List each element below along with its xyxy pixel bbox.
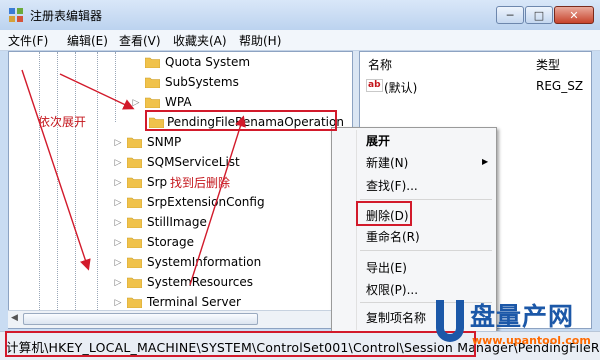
- menu-item-expand[interactable]: 展开: [366, 132, 390, 149]
- tree-item[interactable]: ▷ SQMServiceList: [9, 153, 352, 173]
- menu-file[interactable]: 文件(F): [8, 32, 48, 49]
- tree-item-label: SrpExtensionConfig: [147, 195, 265, 209]
- list-header: 名称 类型: [360, 52, 591, 74]
- expand-arrow-icon[interactable]: ▷: [113, 238, 123, 248]
- value-name: (默认): [384, 81, 418, 95]
- folder-icon: [127, 177, 142, 188]
- expand-arrow-icon[interactable]: ▷: [113, 298, 123, 308]
- menu-item-rename[interactable]: 重命名(R): [366, 228, 420, 245]
- window-title: 注册表编辑器: [30, 9, 103, 23]
- menu-item-permissions[interactable]: 权限(P)...: [366, 281, 418, 298]
- registry-app-icon: [9, 8, 23, 22]
- tree-item-label: Srp: [147, 175, 168, 189]
- folder-icon: [127, 297, 142, 308]
- folder-icon: [127, 197, 142, 208]
- folder-icon: [127, 137, 142, 148]
- folder-icon: [127, 157, 142, 168]
- tree-item-label: WPA: [165, 95, 192, 109]
- expand-arrow-icon[interactable]: ▷: [113, 178, 123, 188]
- registry-editor-window: 注册表编辑器 ─ □ ✕ 文件(F) 编辑(E) 查看(V) 收藏夹(A) 帮助…: [0, 0, 600, 360]
- folder-icon: [127, 257, 142, 268]
- menu-item-export[interactable]: 导出(E): [366, 259, 407, 276]
- column-header-type[interactable]: 类型: [536, 56, 560, 73]
- menu-view[interactable]: 查看(V): [119, 32, 161, 49]
- tree-item[interactable]: ▷ SystemResources: [9, 273, 352, 293]
- submenu-arrow-icon: ▶: [482, 157, 489, 166]
- tree-item[interactable]: Quota System: [9, 53, 352, 73]
- tree-item-label: SubSystems: [165, 75, 239, 89]
- tree-item-label: StillImage: [147, 215, 207, 229]
- tree-item[interactable]: SubSystems: [9, 73, 352, 93]
- scrollbar-thumb[interactable]: [23, 313, 258, 325]
- target-key-highlight: [145, 110, 337, 131]
- folder-icon: [127, 237, 142, 248]
- menu-divider: [360, 250, 492, 251]
- menu-bar: 文件(F) 编辑(E) 查看(V) 收藏夹(A) 帮助(H): [0, 30, 600, 51]
- menu-divider: [360, 199, 492, 200]
- string-value-icon: ab: [366, 79, 383, 92]
- delete-highlight: [356, 201, 412, 226]
- value-type: REG_SZ: [536, 79, 584, 93]
- tree-item-label: SystemInformation: [147, 255, 262, 269]
- folder-icon: [127, 277, 142, 288]
- list-row[interactable]: ab (默认) REG_SZ: [360, 78, 591, 96]
- expand-arrow-icon[interactable]: ▷: [113, 218, 123, 228]
- tree-item-label: SQMServiceList: [147, 155, 240, 169]
- expand-arrow-icon[interactable]: ▷: [113, 158, 123, 168]
- menu-favorites[interactable]: 收藏夹(A): [173, 32, 227, 49]
- minimize-button[interactable]: ─: [496, 6, 524, 24]
- tree-item[interactable]: ▷ Storage: [9, 233, 352, 253]
- menu-item-new[interactable]: 新建(N): [366, 154, 408, 171]
- delete-note: 找到后删除: [170, 176, 231, 190]
- tree-item-label: SystemResources: [147, 275, 254, 289]
- folder-icon: [145, 57, 160, 68]
- maximize-icon: □: [533, 8, 545, 22]
- expand-arrow-icon[interactable]: ▷: [113, 138, 123, 148]
- folder-icon: [127, 217, 142, 228]
- tree-horizontal-scrollbar[interactable]: ◀ ▶: [8, 310, 353, 328]
- close-button[interactable]: ✕: [554, 6, 594, 24]
- expand-note: 依次展开: [38, 115, 87, 129]
- column-header-name[interactable]: 名称: [368, 56, 392, 73]
- watermark-subtext: www.upantool.com: [472, 334, 591, 347]
- menu-help[interactable]: 帮助(H): [239, 32, 281, 49]
- tree-item[interactable]: ▷ StillImage: [9, 213, 352, 233]
- expand-arrow-icon[interactable]: ▷: [113, 198, 123, 208]
- tree-item-label: Terminal Server: [147, 295, 241, 309]
- title-bar: 注册表编辑器 ─ □ ✕: [0, 0, 600, 30]
- folder-icon: [145, 97, 160, 108]
- expand-arrow-icon[interactable]: ▷: [131, 98, 141, 108]
- menu-edit[interactable]: 编辑(E): [67, 32, 108, 49]
- menu-item-find[interactable]: 查找(F)...: [366, 177, 418, 194]
- folder-icon: [145, 77, 160, 88]
- tree-item-label: SNMP: [147, 135, 182, 149]
- minimize-icon: ─: [506, 8, 514, 22]
- tree-item[interactable]: ▷ SrpExtensionConfig: [9, 193, 352, 213]
- close-icon: ✕: [569, 8, 579, 22]
- expand-arrow-icon[interactable]: ▷: [113, 278, 123, 288]
- scroll-left-icon[interactable]: ◀: [11, 313, 18, 323]
- tree-item-label: Storage: [147, 235, 194, 249]
- tree-item-label: Quota System: [165, 55, 251, 69]
- watermark-text: 盘量产网: [470, 302, 575, 331]
- path-highlight: [5, 331, 476, 357]
- menu-gutter: [356, 130, 357, 330]
- menu-item-copy-key-name[interactable]: 复制项名称: [366, 309, 426, 326]
- expand-arrow-icon[interactable]: ▷: [113, 258, 123, 268]
- tree-item[interactable]: ▷ SNMP: [9, 133, 352, 153]
- maximize-button[interactable]: □: [525, 6, 553, 24]
- tree-item[interactable]: ▷ SystemInformation: [9, 253, 352, 273]
